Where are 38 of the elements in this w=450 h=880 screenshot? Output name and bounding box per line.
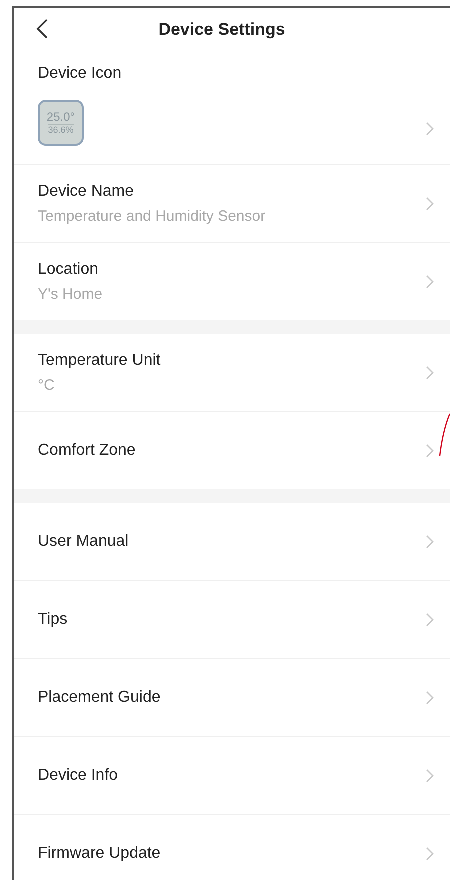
row-label: Device Info xyxy=(38,766,120,786)
back-button[interactable] xyxy=(36,18,50,40)
row-label: Temperature Unit xyxy=(38,351,162,372)
chevron-right-icon xyxy=(426,690,434,704)
annotation-line xyxy=(439,413,450,457)
chevron-right-icon xyxy=(426,274,434,288)
chevron-right-icon xyxy=(426,534,434,548)
settings-row[interactable]: Device Name Temperature and Humidity Sensor xyxy=(14,165,450,243)
row-label: Location xyxy=(38,260,100,280)
settings-row[interactable]: Location Y's Home xyxy=(14,243,450,320)
sensor-reading: 25.0° xyxy=(46,111,76,123)
row-label: Comfort Zone xyxy=(38,440,137,460)
row-value: Y's Home xyxy=(38,285,104,306)
chevron-right-icon xyxy=(426,122,434,136)
row-label: Firmware Update xyxy=(38,844,162,864)
chevron-right-icon xyxy=(426,196,434,210)
settings-row[interactable]: Device Info xyxy=(14,737,450,815)
chevron-right-icon xyxy=(426,768,434,782)
settings-row[interactable]: Tips xyxy=(14,581,450,659)
row-value: °C xyxy=(38,376,56,396)
row-label: Tips xyxy=(38,610,69,630)
chevron-right-icon xyxy=(426,444,434,458)
row-label: Device Name xyxy=(38,182,136,202)
settings-row[interactable]: Firmware Update xyxy=(14,815,450,880)
settings-row[interactable]: Comfort Zone xyxy=(14,412,450,489)
settings-row[interactable]: Temperature Unit °C xyxy=(14,334,450,412)
settings-row[interactable]: Device Icon 25.0° 36.6% xyxy=(14,52,450,165)
chevron-right-icon xyxy=(426,366,434,380)
settings-row[interactable]: Placement Guide xyxy=(14,659,450,737)
chevron-right-icon xyxy=(426,612,434,626)
header-title: Device Settings xyxy=(158,19,286,42)
sensor-reading: 36.6% xyxy=(48,124,74,135)
row-label: Placement Guide xyxy=(38,688,162,708)
row-value: Temperature and Humidity Sensor xyxy=(38,207,267,228)
row-label: User Manual xyxy=(38,532,130,552)
settings-row[interactable]: User Manual xyxy=(14,503,450,581)
row-label: Device Icon xyxy=(38,64,123,84)
chevron-right-icon xyxy=(426,846,434,860)
